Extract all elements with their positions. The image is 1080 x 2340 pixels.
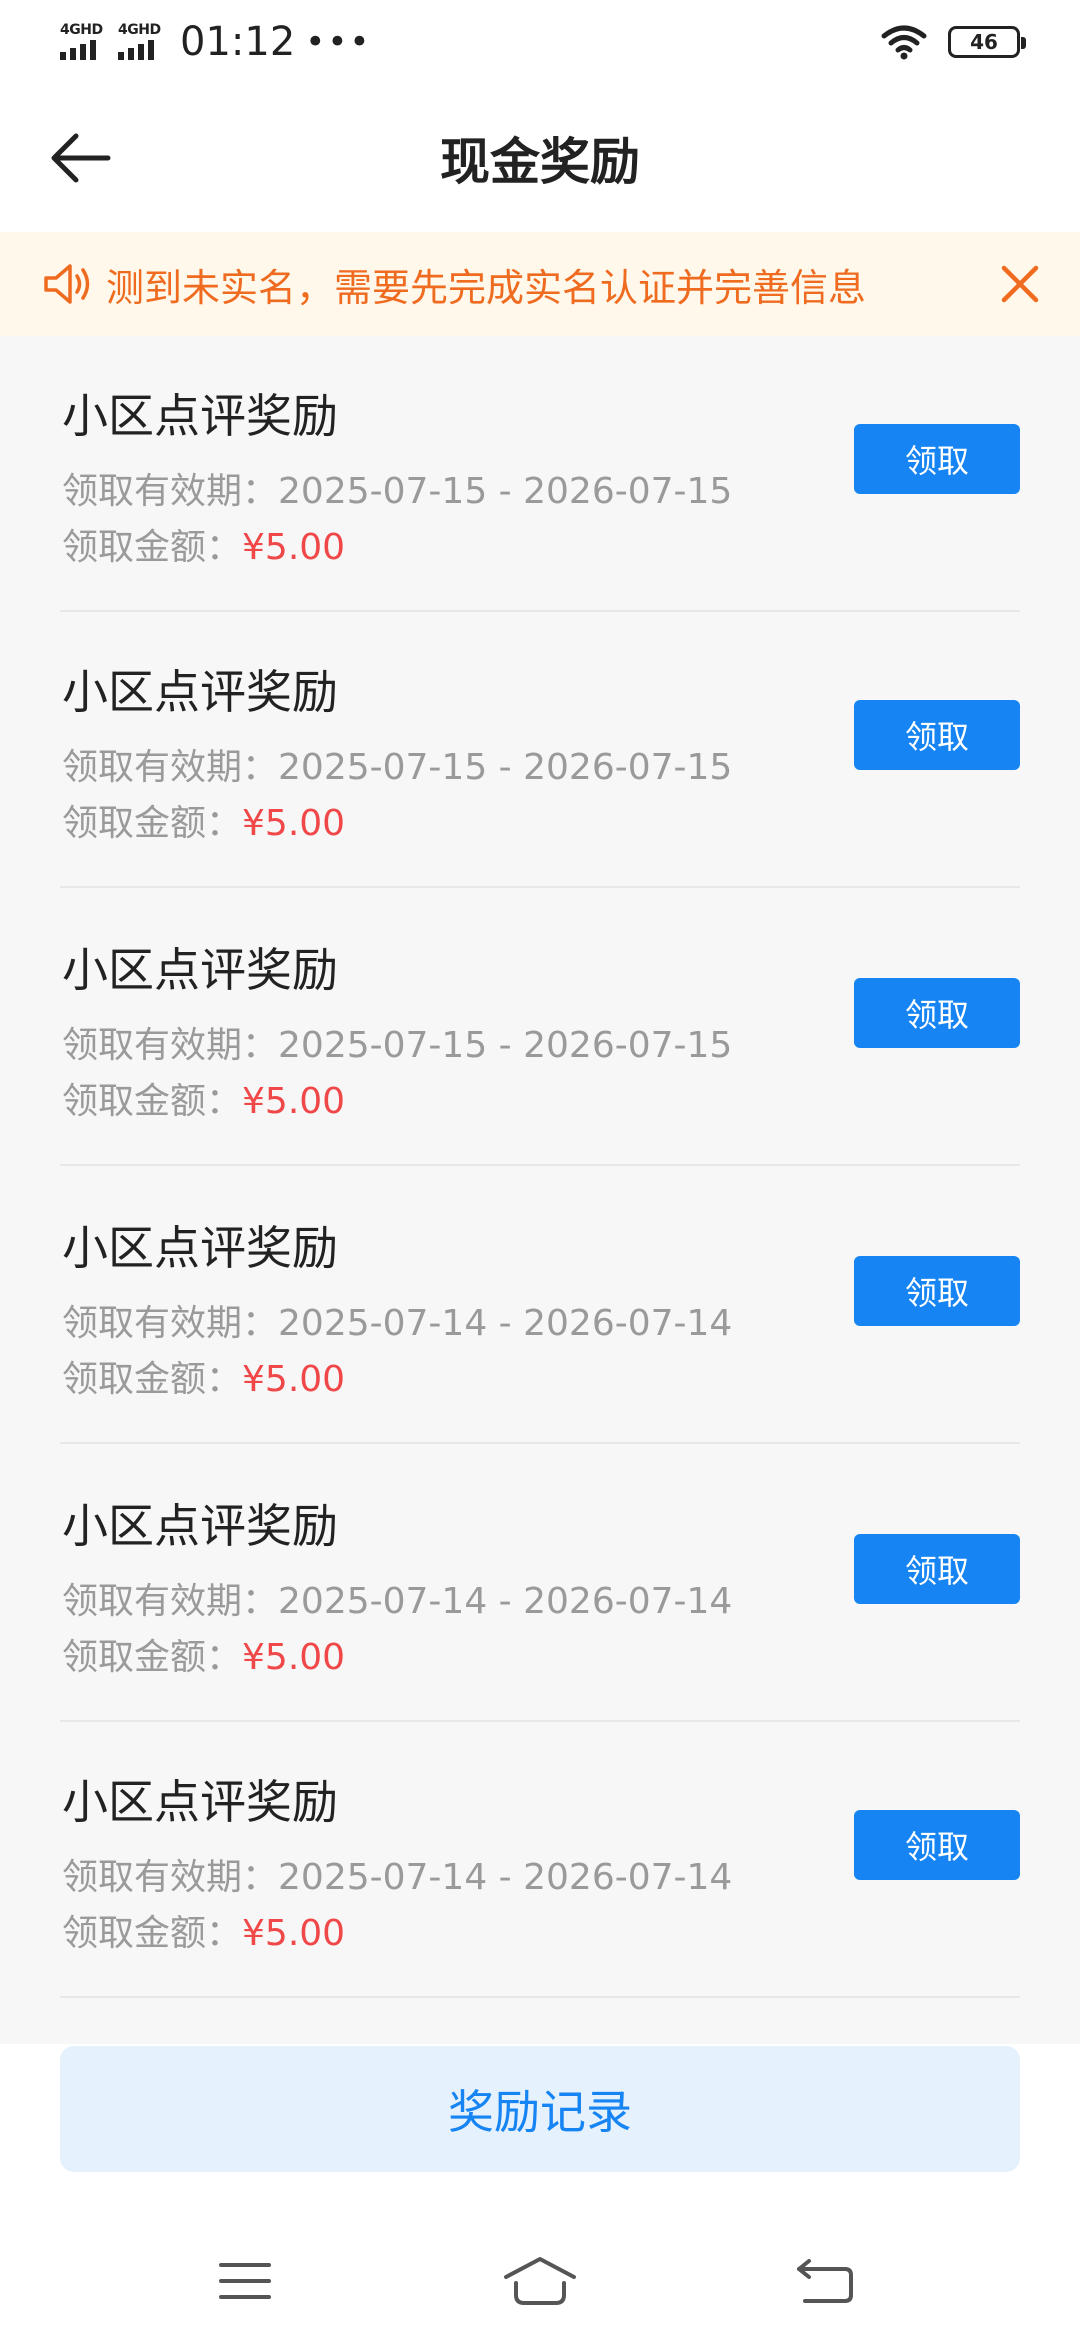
nav-bar: 现金奖励 (0, 84, 1080, 232)
notice-banner: 测到未实名，需要先完成实名认证并完善信息 (0, 232, 1080, 336)
notice-text: 测到未实名，需要先完成实名认证并完善信息 (106, 265, 867, 310)
amount-value: ¥5.00 (242, 1359, 346, 1400)
reward-item: 小区点评奖励 领取有效期：2025-07-14 - 2026-07-14 领取金… (60, 1168, 1020, 1444)
signal-strength-1-icon: 4GHD (60, 22, 108, 62)
reward-item: 小区点评奖励 领取有效期：2025-07-14 - 2026-07-14 领取金… (60, 1722, 1020, 1998)
reward-item: 小区点评奖励 领取有效期：2025-07-14 - 2026-07-14 领取金… (60, 1446, 1020, 1722)
reward-period: 领取有效期：2025-07-15 - 2026-07-15 (62, 738, 732, 790)
period-label: 领取有效期： (62, 747, 279, 788)
period-label: 领取有效期： (62, 1303, 279, 1344)
claim-button[interactable]: 领取 (854, 424, 1020, 494)
reward-title: 小区点评奖励 (62, 389, 338, 443)
reward-record-button[interactable]: 奖励记录 (60, 2046, 1020, 2172)
period-value: 2025-07-15 - 2026-07-15 (278, 471, 733, 512)
reward-title: 小区点评奖励 (62, 665, 338, 719)
amount-value: ¥5.00 (242, 527, 346, 568)
reward-title: 小区点评奖励 (62, 1775, 338, 1829)
reward-list[interactable]: 小区点评奖励 领取有效期：2025-07-15 - 2026-07-15 领取金… (0, 336, 1080, 2044)
reward-amount: 领取金额：¥5.00 (62, 1350, 345, 1402)
claim-button[interactable]: 领取 (854, 1534, 1020, 1604)
return-key[interactable] (770, 2246, 880, 2316)
signal-group: 4GHD 4GHD (60, 22, 166, 62)
period-value: 2025-07-15 - 2026-07-15 (278, 1025, 733, 1066)
claim-button[interactable]: 领取 (854, 1256, 1020, 1326)
reward-amount: 领取金额：¥5.00 (62, 794, 345, 846)
page-title: 现金奖励 (440, 133, 640, 191)
amount-label: 领取金额： (62, 1913, 243, 1954)
signal-strength-2-icon: 4GHD (118, 22, 166, 62)
close-icon (1001, 265, 1039, 303)
amount-value: ¥5.00 (242, 803, 346, 844)
reward-item: 小区点评奖励 领取有效期：2025-07-15 - 2026-07-15 领取金… (60, 890, 1020, 1166)
reward-period: 领取有效期：2025-07-14 - 2026-07-14 (62, 1848, 732, 1900)
status-time: 01:12 (180, 19, 296, 65)
reward-amount: 领取金额：¥5.00 (62, 1904, 345, 1956)
claim-button[interactable]: 领取 (854, 700, 1020, 770)
menu-icon (219, 2263, 271, 2299)
reward-period: 领取有效期：2025-07-15 - 2026-07-15 (62, 462, 732, 514)
period-label: 领取有效期： (62, 1857, 279, 1898)
reward-title: 小区点评奖励 (62, 943, 338, 997)
network-type-2: 4GHD (118, 22, 161, 38)
status-right: 46 (880, 24, 1026, 60)
reward-item: 小区点评奖励 领取有效期：2025-07-15 - 2026-07-15 领取金… (60, 612, 1020, 888)
amount-label: 领取金额： (62, 527, 243, 568)
network-type-1: 4GHD (60, 22, 103, 38)
home-key[interactable] (485, 2246, 595, 2316)
period-label: 领取有效期： (62, 1025, 279, 1066)
reward-period: 领取有效期：2025-07-14 - 2026-07-14 (62, 1294, 732, 1346)
status-bar: 4GHD 4GHD 01:12 ••• 46 (0, 0, 1080, 84)
amount-value: ¥5.00 (242, 1081, 346, 1122)
period-value: 2025-07-14 - 2026-07-14 (278, 1303, 733, 1344)
wifi-icon (880, 24, 928, 60)
system-nav-bar (0, 2224, 1080, 2340)
battery-icon: 46 (948, 26, 1026, 58)
amount-label: 领取金额： (62, 1081, 243, 1122)
reward-amount: 领取金额：¥5.00 (62, 518, 345, 570)
return-icon (797, 2259, 853, 2303)
period-value: 2025-07-14 - 2026-07-14 (278, 1581, 733, 1622)
reward-amount: 领取金额：¥5.00 (62, 1072, 345, 1124)
speaker-icon (44, 264, 90, 304)
amount-value: ¥5.00 (242, 1913, 346, 1954)
reward-title: 小区点评奖励 (62, 1499, 338, 1553)
period-value: 2025-07-14 - 2026-07-14 (278, 1857, 733, 1898)
reward-period: 领取有效期：2025-07-14 - 2026-07-14 (62, 1572, 732, 1624)
status-overflow-dots: ••• (305, 22, 372, 62)
period-value: 2025-07-15 - 2026-07-15 (278, 747, 733, 788)
reward-item: 小区点评奖励 领取有效期：2025-07-15 - 2026-07-15 领取金… (60, 336, 1020, 612)
period-label: 领取有效期： (62, 1581, 279, 1622)
period-label: 领取有效期： (62, 471, 279, 512)
reward-title: 小区点评奖励 (62, 1221, 338, 1275)
footer: 奖励记录 (0, 2044, 1080, 2224)
amount-label: 领取金额： (62, 803, 243, 844)
arrow-left-icon (51, 133, 111, 183)
claim-button[interactable]: 领取 (854, 978, 1020, 1048)
menu-key[interactable] (190, 2246, 300, 2316)
home-icon (504, 2257, 576, 2305)
reward-period: 领取有效期：2025-07-15 - 2026-07-15 (62, 1016, 732, 1068)
claim-button[interactable]: 领取 (854, 1810, 1020, 1880)
amount-label: 领取金额： (62, 1637, 243, 1678)
close-notice-button[interactable] (990, 254, 1050, 314)
amount-value: ¥5.00 (242, 1637, 346, 1678)
reward-amount: 领取金额：¥5.00 (62, 1628, 345, 1680)
back-button[interactable] (40, 118, 120, 198)
amount-label: 领取金额： (62, 1359, 243, 1400)
